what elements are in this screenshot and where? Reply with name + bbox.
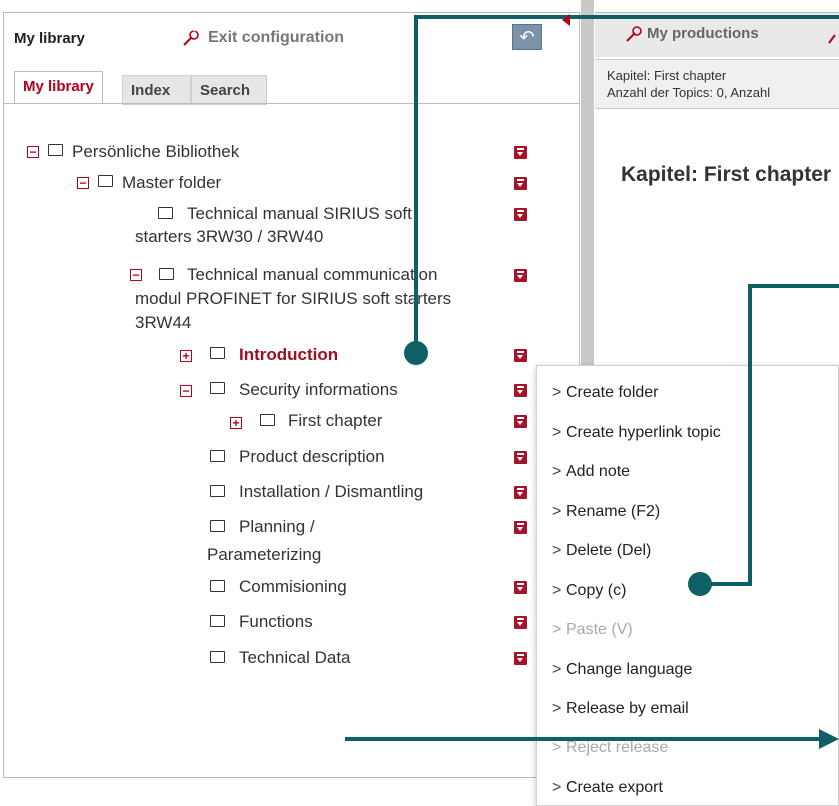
callout-line: [414, 15, 839, 353]
callout-arrowhead: [819, 729, 839, 749]
callout-dot: [688, 572, 712, 596]
callout-dot: [404, 341, 428, 365]
callout-line: [700, 284, 839, 586]
callout-overlay: [345, 14, 839, 749]
